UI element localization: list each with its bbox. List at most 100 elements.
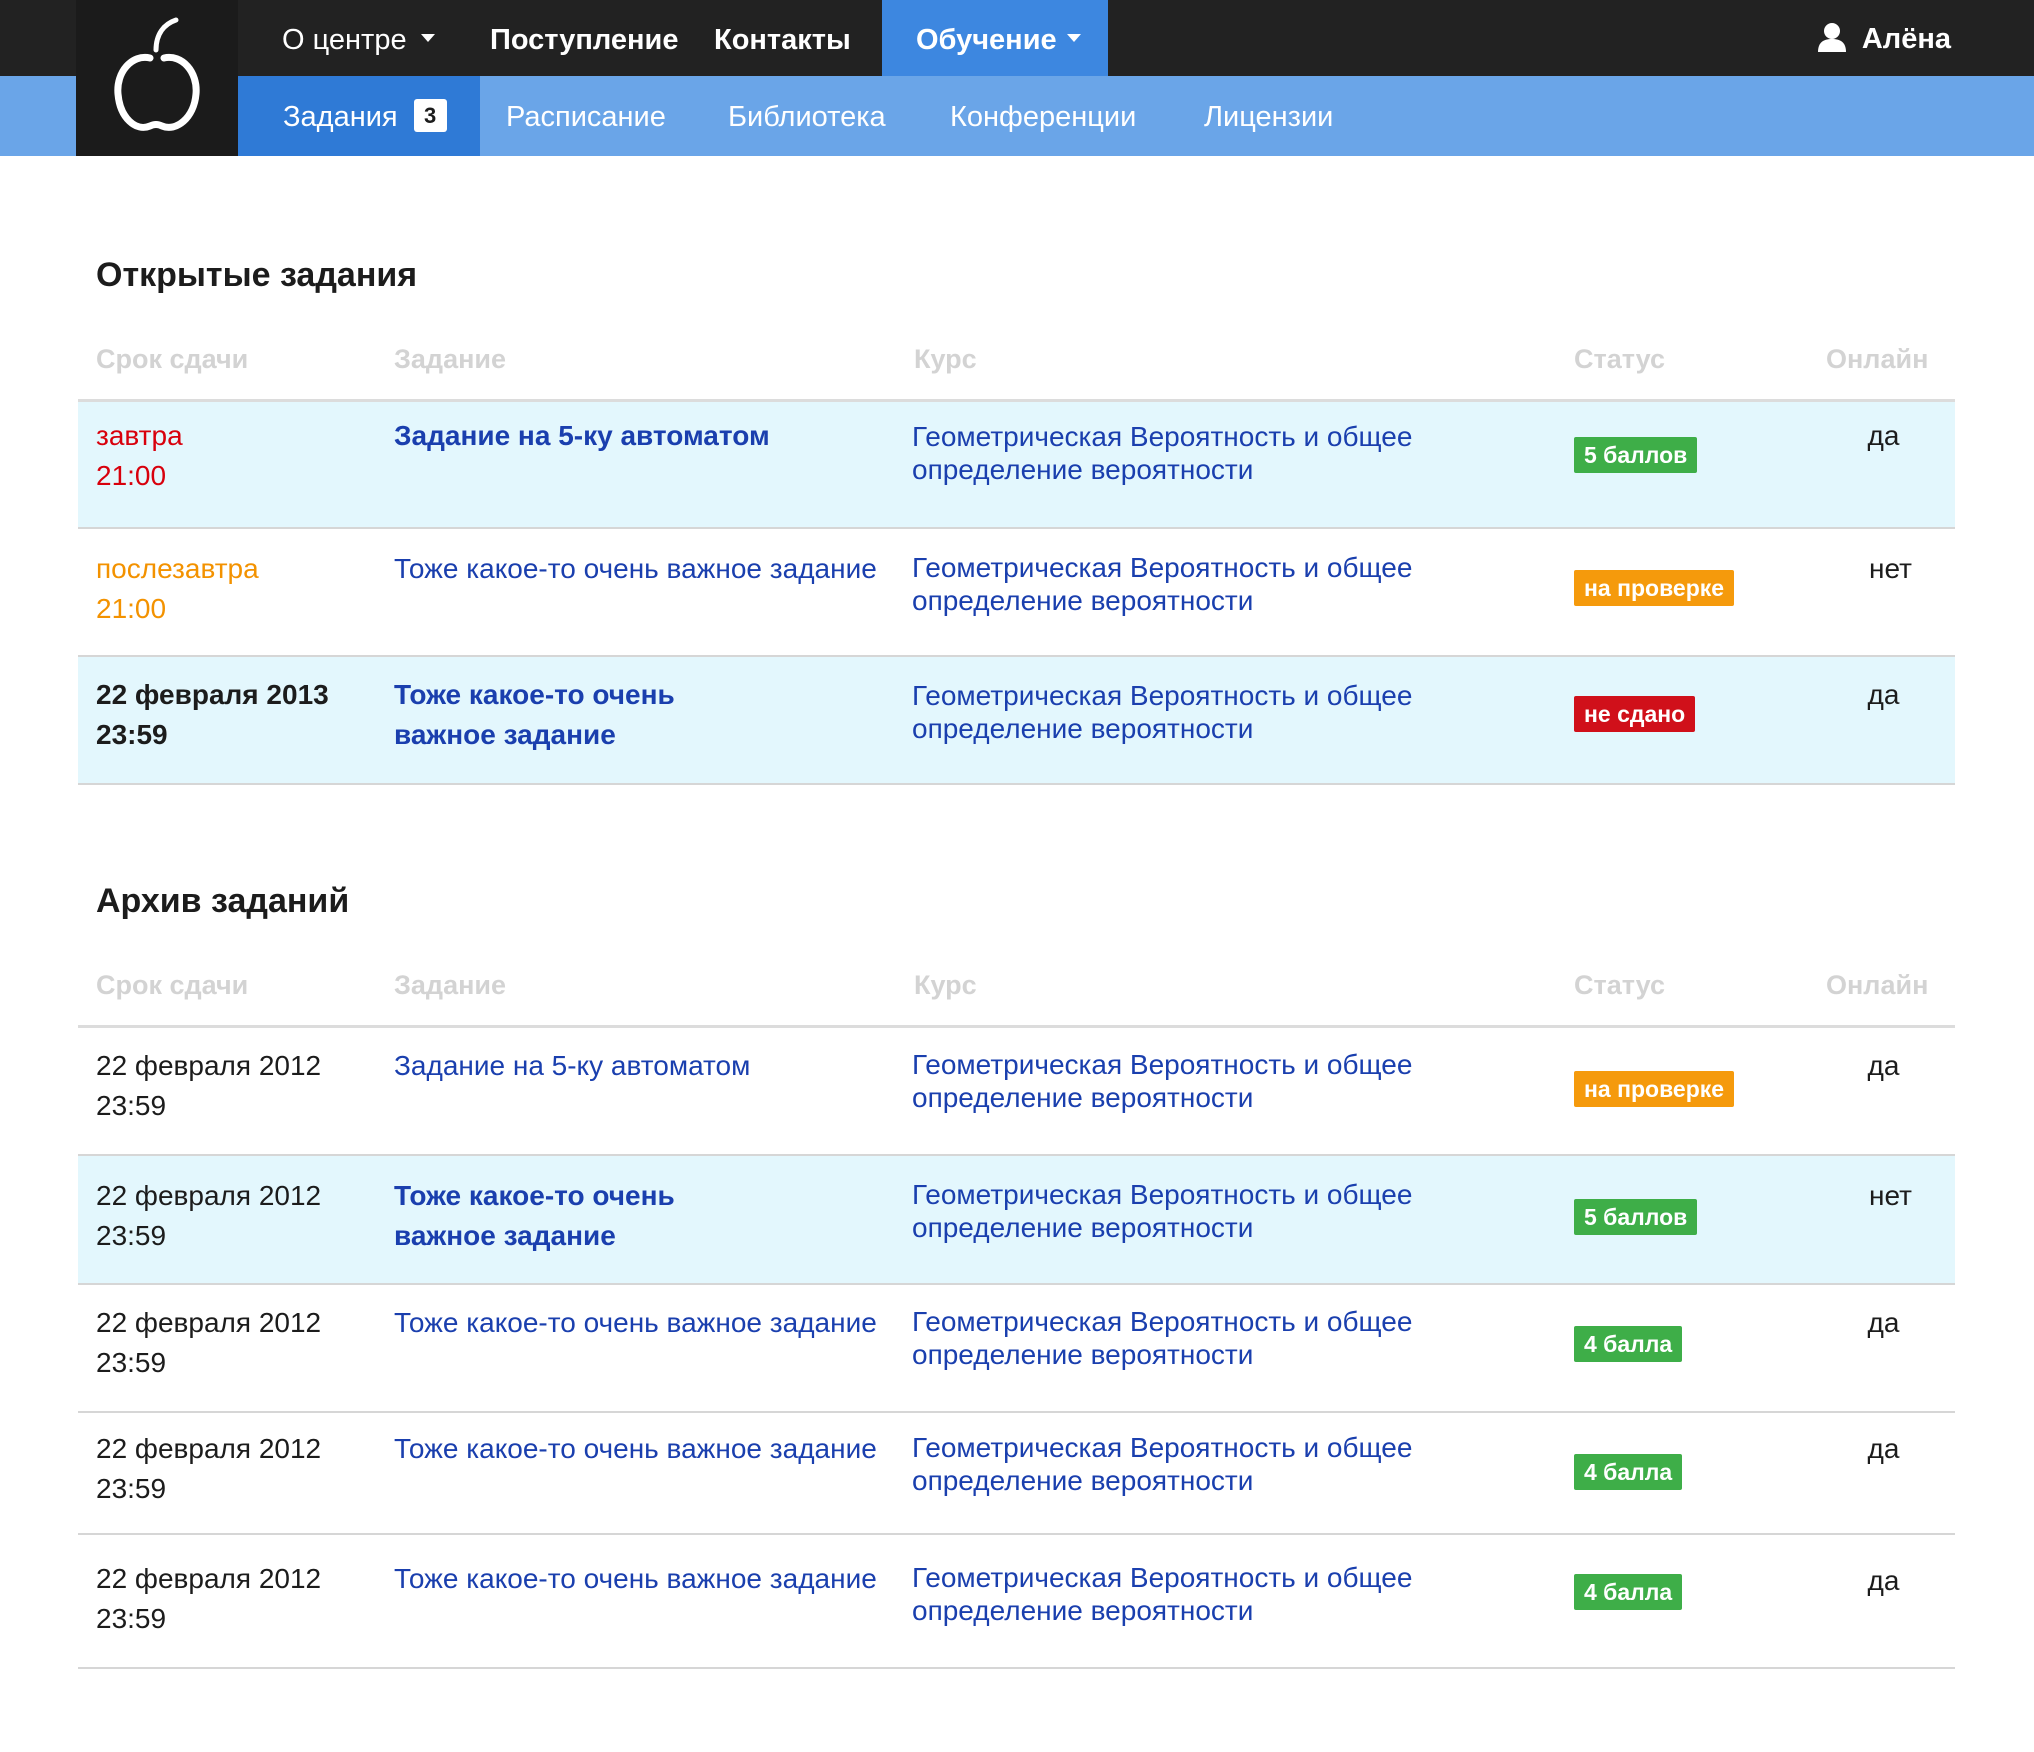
due-date: 22 февраля 2012 — [96, 1307, 322, 1338]
status-badge: 5 баллов — [1574, 1199, 1698, 1235]
task-link[interactable]: Тоже какое-то очень важное задание — [394, 553, 877, 584]
task-link[interactable]: Тоже какое-то очень важное задание — [394, 1563, 877, 1594]
course-line: Геометрическая Вероятность и общее — [912, 1179, 1413, 1210]
subnav-schedule[interactable]: Расписание — [506, 76, 666, 156]
table-row: 22 февраля 2012 23:59 Тоже какое-то очен… — [78, 1284, 1955, 1413]
task-link[interactable]: Задание на 5-ку автоматом — [394, 420, 770, 451]
col-header-status[interactable]: Статус — [1562, 946, 1812, 1028]
course-line: определение вероятности — [912, 713, 1254, 744]
task-link[interactable]: Задание на 5-ку автоматом — [394, 1050, 750, 1081]
course-line: Геометрическая Вероятность и общее — [912, 1306, 1413, 1337]
status-cell: 5 баллов — [1562, 400, 1812, 529]
course-link[interactable]: Геометрическая Вероятность и общее опреде… — [912, 1431, 1562, 1497]
col-header-course[interactable]: Курс — [904, 946, 1562, 1028]
subnav-library[interactable]: Библиотека — [728, 76, 886, 156]
col-header-online[interactable]: Онлайн — [1812, 320, 1955, 402]
nav-learning[interactable]: Обучение — [882, 0, 1108, 76]
due-date: 22 февраля 2013 — [96, 679, 329, 710]
course-line: Геометрическая Вероятность и общее — [912, 1562, 1413, 1593]
table-row: 22 февраля 2012 23:59 Тоже какое-то очен… — [78, 1534, 1955, 1669]
table-row: послезавтра 21:00 Тоже какое-то очень ва… — [78, 528, 1955, 657]
task-cell: Задание на 5-ку автоматом — [386, 400, 904, 529]
due-date-cell: 22 февраля 2012 23:59 — [78, 1284, 386, 1413]
due-time: 23:59 — [96, 1220, 167, 1251]
status-badge: не сдано — [1574, 696, 1696, 732]
due-date-cell: 22 февраля 2012 23:59 — [78, 1155, 386, 1285]
status-cell: 5 баллов — [1562, 1155, 1812, 1285]
subnav-conferences[interactable]: Конференции — [950, 76, 1136, 156]
online-cell: да — [1812, 1026, 1955, 1156]
user-menu[interactable]: Алёна — [1817, 0, 1951, 76]
table-row: 22 февраля 2012 23:59 Задание на 5-ку ав… — [78, 1026, 1955, 1156]
table-row: 22 февраля 2012 23:59 Тоже какое-то очен… — [78, 1155, 1955, 1285]
col-header-task[interactable]: Задание — [386, 946, 904, 1028]
col-header-date[interactable]: Срок сдачи — [78, 320, 386, 402]
course-cell: Геометрическая Вероятность и общее опреде… — [904, 1155, 1562, 1285]
course-line: определение вероятности — [912, 585, 1254, 616]
task-link[interactable]: Тоже какое-то очень важное задание — [394, 1433, 877, 1464]
course-cell: Геометрическая Вероятность и общее опреде… — [904, 1284, 1562, 1413]
due-date-cell: послезавтра 21:00 — [78, 528, 386, 657]
course-link[interactable]: Геометрическая Вероятность и общее опреде… — [912, 679, 1562, 745]
task-link[interactable]: Тоже какое-то очень важное задание — [394, 1307, 877, 1338]
due-date-cell: 22 февраля 2012 23:59 — [78, 1026, 386, 1156]
open-tasks-table: Срок сдачи Задание Курс Статус Онлайн за… — [78, 320, 1955, 785]
status-badge: 4 балла — [1574, 1574, 1683, 1610]
status-badge: 5 баллов — [1574, 436, 1698, 473]
col-header-date[interactable]: Срок сдачи — [78, 946, 386, 1028]
due-time: 23:59 — [96, 1347, 167, 1378]
course-link[interactable]: Геометрическая Вероятность и общее опреде… — [912, 420, 1562, 486]
status-cell: 4 балла — [1562, 1534, 1812, 1669]
task-cell: Тоже какое-то очень важное задание — [386, 1534, 904, 1669]
col-header-status[interactable]: Статус — [1562, 320, 1812, 402]
subnav-licenses[interactable]: Лицензии — [1204, 76, 1333, 156]
course-line: определение вероятности — [912, 453, 1254, 485]
due-time: 23:59 — [96, 1603, 167, 1634]
col-header-course[interactable]: Курс — [904, 320, 1562, 402]
task-cell: Тоже какое-то очень важное задание — [386, 1284, 904, 1413]
due-date: 22 февраля 2012 — [96, 1180, 322, 1211]
nav-admission[interactable]: Поступление — [490, 0, 679, 76]
online-cell: да — [1812, 1284, 1955, 1413]
due-time: 23:59 — [96, 1089, 167, 1121]
task-cell: Тоже какое-то очень важное задание — [386, 656, 904, 785]
course-line: Геометрическая Вероятность и общее — [912, 680, 1413, 711]
task-cell: Тоже какое-то очень важное задание — [386, 1412, 904, 1535]
course-line: определение вероятности — [912, 1339, 1254, 1370]
col-header-task[interactable]: Задание — [386, 320, 904, 402]
logo[interactable] — [76, 0, 238, 156]
course-cell: Геометрическая Вероятность и общее опреде… — [904, 656, 1562, 785]
course-link[interactable]: Геометрическая Вероятность и общее опреде… — [912, 551, 1562, 617]
open-section-title: Открытые задания — [96, 256, 418, 294]
table-row: 22 февраля 2013 23:59 Тоже какое-то очен… — [78, 656, 1955, 785]
course-link[interactable]: Геометрическая Вероятность и общее опреде… — [912, 1561, 1562, 1627]
subnav-assignments[interactable]: Задания 3 — [238, 76, 480, 156]
task-link[interactable]: Тоже какое-то очень важное задание — [394, 1176, 724, 1256]
nav-about[interactable]: О центре — [282, 0, 435, 76]
subnav-assignments-label: Задания — [283, 101, 398, 133]
due-date: завтра — [96, 419, 183, 451]
online-cell: нет — [1812, 528, 1955, 657]
col-header-online[interactable]: Онлайн — [1812, 946, 1955, 1028]
online-cell: да — [1812, 656, 1955, 785]
due-time: 21:00 — [96, 593, 167, 624]
course-link[interactable]: Геометрическая Вероятность и общее опреде… — [912, 1178, 1562, 1244]
status-badge: на проверке — [1574, 570, 1735, 606]
due-date: 22 февраля 2012 — [96, 1049, 322, 1081]
nav-contacts-label: Контакты — [714, 24, 851, 56]
nav-contacts[interactable]: Контакты — [714, 0, 851, 76]
course-line: определение вероятности — [912, 1595, 1254, 1626]
task-link[interactable]: Тоже какое-то очень важное задание — [394, 675, 724, 755]
due-date: 22 февраля 2012 — [96, 1563, 322, 1594]
due-date-cell: завтра 21:00 — [78, 400, 386, 529]
archive-tasks-table: Срок сдачи Задание Курс Статус Онлайн 22… — [78, 946, 1955, 1669]
course-line: Геометрическая Вероятность и общее — [912, 1432, 1413, 1463]
course-link[interactable]: Геометрическая Вероятность и общее опреде… — [912, 1048, 1562, 1114]
status-badge: 4 балла — [1574, 1454, 1683, 1490]
course-cell: Геометрическая Вероятность и общее опреде… — [904, 528, 1562, 657]
course-link[interactable]: Геометрическая Вероятность и общее опреде… — [912, 1305, 1562, 1371]
subnav-conferences-label: Конференции — [950, 101, 1137, 133]
course-line: определение вероятности — [912, 1081, 1254, 1113]
due-time: 21:00 — [96, 459, 167, 491]
status-cell: на проверке — [1562, 528, 1812, 657]
